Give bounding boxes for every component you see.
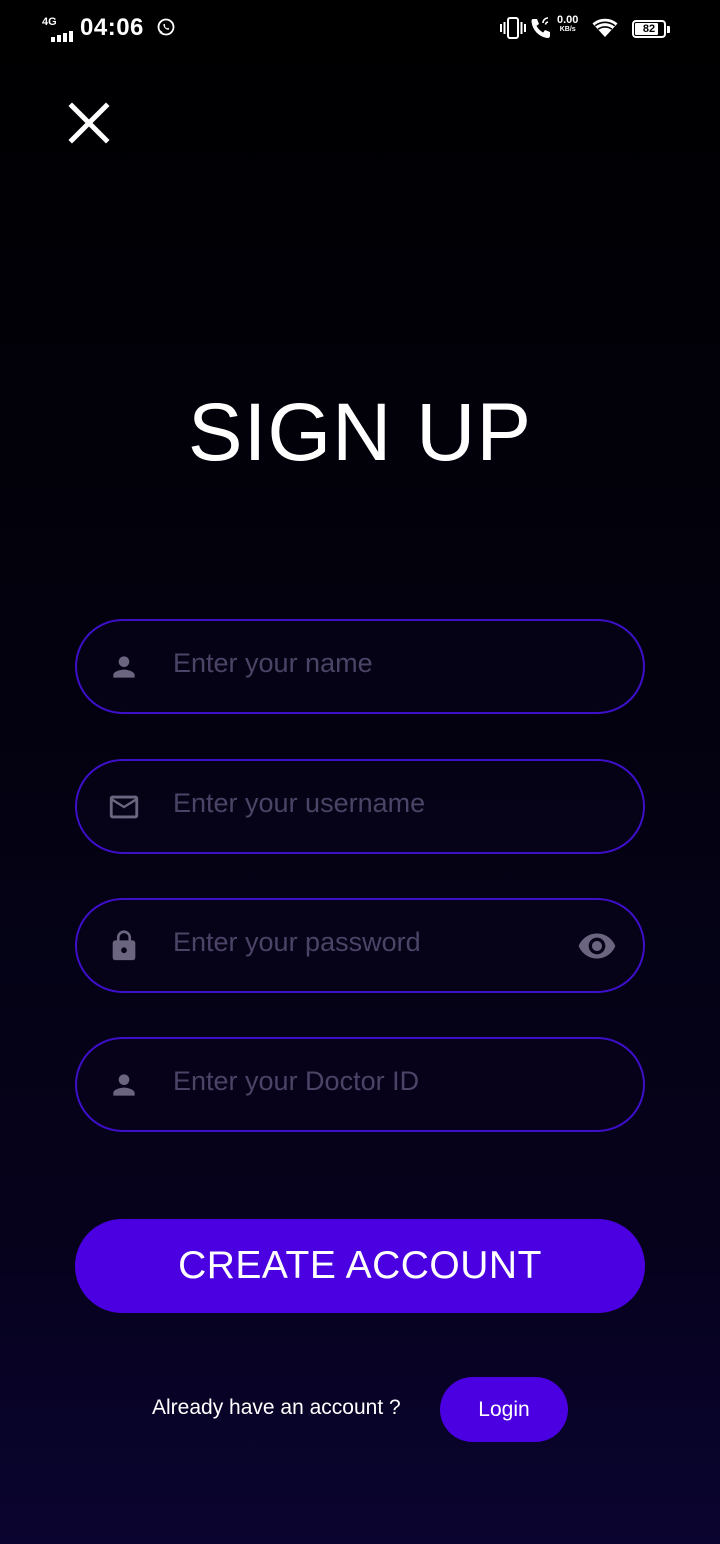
login-prompt: Already have an account ? (152, 1396, 401, 1419)
status-bar-right: 0.00 KB/s 82 (500, 14, 680, 44)
status-bar: 4G 04:06 0.00 KB/s 82 (0, 0, 720, 56)
login-button[interactable]: Login (440, 1377, 568, 1442)
password-field[interactable] (75, 898, 645, 993)
close-icon (68, 102, 110, 144)
battery-icon: 82 (632, 20, 670, 38)
eye-icon (578, 933, 616, 958)
lock-icon (107, 929, 141, 963)
person-icon (107, 1068, 141, 1102)
wifi-call-icon (530, 17, 554, 44)
doctor-id-field[interactable] (75, 1037, 645, 1132)
network-speed: 0.00 KB/s (557, 14, 579, 34)
wifi-icon (592, 18, 618, 43)
password-input[interactable] (173, 900, 563, 985)
whatsapp-icon (156, 17, 176, 42)
doctor-id-input[interactable] (173, 1039, 563, 1124)
name-input[interactable] (173, 621, 563, 706)
battery-level: 82 (642, 23, 656, 35)
username-input[interactable] (173, 761, 563, 846)
person-icon (107, 650, 141, 684)
page-title: SIGN UP (187, 387, 533, 478)
signal-icon (51, 31, 73, 42)
create-account-button[interactable]: CREATE ACCOUNT (75, 1219, 645, 1313)
name-field[interactable] (75, 619, 645, 714)
network-type: 4G (42, 16, 57, 28)
username-field[interactable] (75, 759, 645, 854)
network-speed-unit: KB/s (559, 26, 576, 33)
mail-icon (107, 790, 141, 824)
close-button[interactable] (64, 98, 114, 148)
status-time: 04:06 (80, 14, 144, 41)
network-speed-value: 0.00 (557, 14, 579, 26)
vibrate-icon (500, 17, 526, 44)
password-visibility-toggle[interactable] (577, 926, 617, 966)
battery-tip (667, 26, 670, 33)
